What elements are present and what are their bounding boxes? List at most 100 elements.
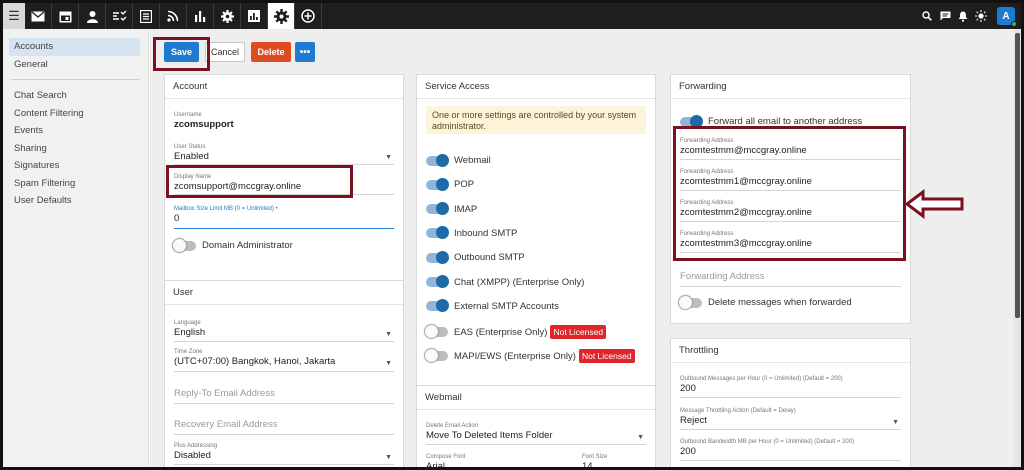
sidebar-item-general[interactable]: General: [3, 56, 148, 74]
not-licensed-badge: Not Licensed: [550, 325, 607, 340]
service-access-row[interactable]: External SMTP Accounts: [426, 299, 559, 313]
service-access-row[interactable]: EAS (Enterprise Only) Not Licensed: [425, 325, 607, 340]
service-access-row[interactable]: IMAP: [426, 202, 478, 216]
service-access-panel: Service Access One or more settings are …: [416, 74, 656, 396]
settings-icon[interactable]: [214, 3, 241, 29]
service-access-row[interactable]: Inbound SMTP: [426, 226, 517, 240]
sidebar-item-spam-filtering[interactable]: Spam Filtering: [3, 175, 148, 193]
scrollbar-thumb[interactable]: [1015, 33, 1020, 318]
service-access-toggle[interactable]: [426, 299, 449, 313]
outbound-messages-field[interactable]: Outbound Messages per Hour (0 = Unlimite…: [680, 376, 901, 398]
chevron-down-icon: ▼: [892, 419, 899, 426]
sidebar-item-chat-search[interactable]: Chat Search: [3, 87, 148, 105]
service-access-toggle[interactable]: [426, 202, 449, 216]
time-zone-select[interactable]: Time Zone (UTC+07:00) Bangkok, Hanoi, Ja…: [174, 349, 394, 372]
online-status-dot: [1011, 21, 1017, 27]
delete-button[interactable]: Delete: [251, 42, 291, 62]
forward-all-label: Forward all email to another address: [708, 116, 863, 127]
service-access-toggle[interactable]: [426, 275, 449, 288]
forwarding-address-field[interactable]: Forwarding Address zcomtestmm3@mccgray.on…: [680, 231, 901, 253]
save-button[interactable]: Save: [164, 42, 199, 62]
compose-font-select[interactable]: Compose Font Arial: [426, 454, 565, 470]
delete-email-action-select[interactable]: Delete Email Action Move To Deleted Item…: [426, 423, 646, 445]
service-access-toggle[interactable]: [426, 153, 449, 167]
forwarding-panel: Forwarding Forward all email to another …: [670, 74, 911, 324]
forward-all-toggle[interactable]: [680, 114, 703, 128]
contacts-icon[interactable]: [79, 3, 106, 29]
menu-icon[interactable]: ☰: [3, 3, 25, 29]
rss-icon[interactable]: [160, 3, 187, 29]
forwarding-address-value: zcomtestmm2@mccgray.online: [680, 207, 812, 218]
reply-to-email-input[interactable]: Reply-To Email Address: [174, 388, 394, 404]
forwarding-address-field[interactable]: Forwarding Address zcomtestmm1@mccgray.on…: [680, 169, 901, 191]
service-access-row[interactable]: Outbound SMTP: [426, 250, 525, 264]
chevron-down-icon: ▼: [385, 360, 392, 367]
theme-icon[interactable]: [973, 3, 989, 29]
recovery-email-placeholder: Recovery Email Address: [174, 419, 278, 430]
plus-addressing-select[interactable]: Plus Addressing Disabled ▼: [174, 443, 394, 465]
compose-font-label: Compose Font: [426, 454, 466, 460]
avatar[interactable]: A: [997, 7, 1017, 27]
webmail-panel: Webmail Delete Email Action Move To Dele…: [416, 385, 656, 470]
forwarding-address-label: Forwarding Address: [680, 231, 734, 237]
sidebar-item-content-filtering[interactable]: Content Filtering: [3, 105, 148, 123]
recovery-email-input[interactable]: Recovery Email Address: [174, 419, 394, 435]
avatar-letter: A: [1002, 10, 1010, 22]
service-access-row[interactable]: MAPI/EWS (Enterprise Only) Not Licensed: [425, 349, 635, 364]
service-access-row[interactable]: Webmail: [426, 153, 491, 167]
service-access-row[interactable]: Chat (XMPP) (Enterprise Only): [426, 275, 584, 288]
service-access-label: IMAP: [454, 203, 478, 215]
mail-icon[interactable]: [25, 3, 52, 29]
delete-forwarded-toggle-row[interactable]: Delete messages when forwarded: [679, 295, 852, 309]
search-icon[interactable]: [919, 3, 935, 29]
mailbox-size-limit-field[interactable]: Mailbox Size Limit MB (0 = Unlimited) • …: [174, 206, 394, 229]
service-access-toggle[interactable]: [425, 349, 448, 363]
sidebar-item-accounts[interactable]: Accounts: [9, 38, 140, 56]
service-access-toggle[interactable]: [426, 226, 449, 240]
delete-forwarded-label: Delete messages when forwarded: [708, 297, 852, 308]
webmail-panel-title: Webmail: [417, 386, 655, 410]
display-name-field[interactable]: Display Name zcomsupport@mccgray.online: [174, 174, 394, 195]
service-access-toggle[interactable]: [426, 250, 449, 264]
domain-settings-icon[interactable]: [268, 3, 295, 29]
service-access-toggle[interactable]: [426, 177, 449, 191]
forwarding-address-field[interactable]: Forwarding Address zcomtestmm@mccgray.onl…: [680, 138, 901, 160]
sidebar-item-signatures[interactable]: Signatures: [3, 157, 148, 175]
add-icon[interactable]: [295, 3, 322, 29]
service-access-label: EAS (Enterprise Only): [454, 326, 548, 338]
cancel-button[interactable]: Cancel: [205, 42, 245, 62]
delete-forwarded-toggle[interactable]: [679, 295, 702, 309]
domain-administrator-toggle-row[interactable]: Domain Administrator: [173, 238, 293, 252]
tasks-icon[interactable]: [106, 3, 133, 29]
chevron-down-icon: ▼: [385, 331, 392, 338]
calendar-icon[interactable]: [52, 3, 79, 29]
more-options-button[interactable]: •••: [295, 42, 315, 62]
display-name-label: Display Name: [174, 174, 212, 180]
sidebar-divider: [11, 79, 140, 80]
vertical-scrollbar[interactable]: [1014, 29, 1021, 467]
reports-icon[interactable]: [187, 3, 214, 29]
new-forwarding-address-input[interactable]: Forwarding Address: [680, 271, 901, 287]
outbound-bandwidth-field[interactable]: Outbound Bandwidth MB per Hour (0 = Unli…: [680, 439, 901, 461]
forward-all-toggle-row[interactable]: Forward all email to another address: [680, 114, 863, 128]
notes-icon[interactable]: [133, 3, 160, 29]
sidebar-item-sharing[interactable]: Sharing: [3, 140, 148, 158]
sidebar-item-events[interactable]: Events: [3, 122, 148, 140]
bell-icon[interactable]: [955, 3, 971, 29]
domain-reports-icon[interactable]: [241, 3, 268, 29]
domain-administrator-toggle[interactable]: [173, 238, 196, 252]
language-select[interactable]: Language English ▼: [174, 320, 394, 342]
throttling-action-label: Message Throttling Action (Default = Del…: [680, 408, 796, 414]
throttling-action-select[interactable]: Message Throttling Action (Default = Del…: [680, 408, 901, 430]
domain-administrator-label: Domain Administrator: [202, 240, 293, 251]
user-status-select[interactable]: User Status Enabled ▼: [174, 144, 394, 165]
outbound-messages-label: Outbound Messages per Hour (0 = Unlimite…: [680, 376, 843, 382]
sidebar: Accounts General Chat Search Content Fil…: [3, 29, 149, 467]
sidebar-item-user-defaults[interactable]: User Defaults: [3, 192, 148, 210]
font-size-select[interactable]: Font Size 14: [582, 454, 646, 470]
service-access-toggle[interactable]: [425, 325, 448, 339]
forwarding-address-field[interactable]: Forwarding Address zcomtestmm2@mccgray.on…: [680, 200, 901, 222]
font-size-label: Font Size: [582, 454, 608, 460]
chat-icon[interactable]: [937, 3, 953, 29]
service-access-row[interactable]: POP: [426, 177, 474, 191]
